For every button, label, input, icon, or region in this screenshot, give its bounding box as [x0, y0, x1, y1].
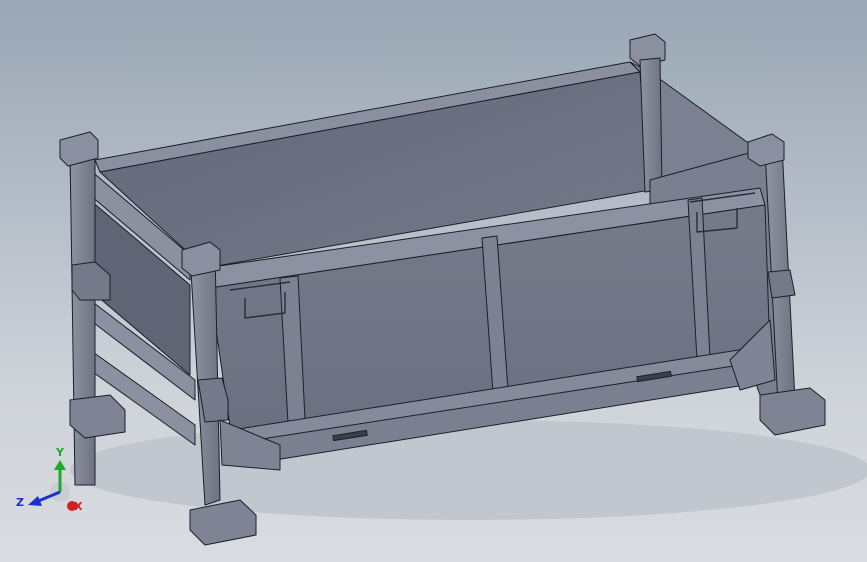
foot-front-right [759, 387, 826, 436]
orientation-triad: Y Z X [16, 446, 83, 513]
y-axis-label: Y [55, 446, 65, 459]
z-axis-label: Z [16, 496, 24, 509]
graphics-viewport[interactable]: Y Z X [0, 0, 867, 562]
y-arrow-icon [54, 460, 66, 470]
3d-model-container-bin[interactable] [0, 0, 867, 562]
x-axis-label: X [74, 500, 83, 513]
post-cap-front-right [747, 133, 785, 167]
model-edges [59, 33, 867, 546]
z-arrow-icon [28, 496, 42, 506]
post-clip-front-right [767, 269, 796, 299]
foot-back-left [69, 394, 126, 439]
